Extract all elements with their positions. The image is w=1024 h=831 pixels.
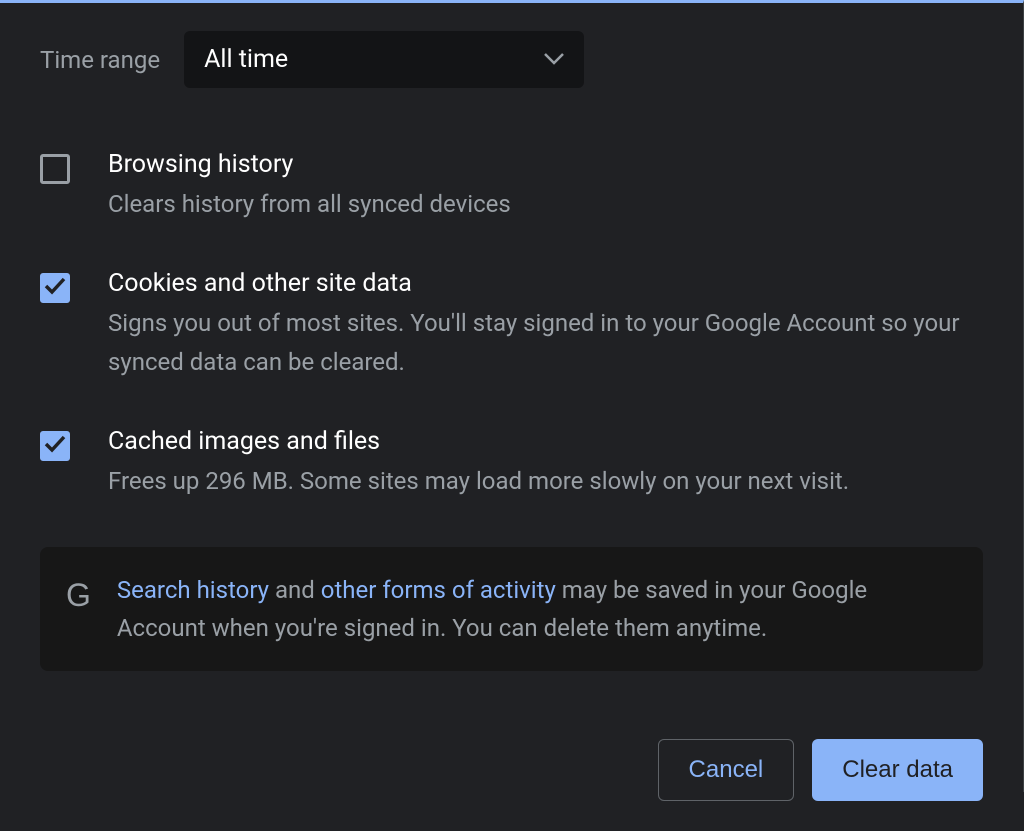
option-text: Cookies and other site data Signs you ou…: [108, 269, 983, 381]
check-icon: [44, 435, 66, 457]
option-cookies: Cookies and other site data Signs you ou…: [40, 269, 983, 381]
info-text: Search history and other forms of activi…: [117, 571, 957, 648]
time-range-value: All time: [204, 45, 288, 74]
checkbox-cached[interactable]: [40, 431, 70, 461]
option-title: Cookies and other site data: [108, 269, 983, 298]
option-text: Cached images and files Frees up 296 MB.…: [108, 427, 983, 500]
option-desc: Frees up 296 MB. Some sites may load mor…: [108, 462, 983, 500]
option-text: Browsing history Clears history from all…: [108, 150, 983, 223]
option-title: Cached images and files: [108, 427, 983, 456]
option-title: Browsing history: [108, 150, 983, 179]
option-desc: Signs you out of most sites. You'll stay…: [108, 304, 983, 381]
google-icon: G: [66, 577, 91, 614]
check-icon: [44, 277, 66, 299]
checkbox-browsing-history[interactable]: [40, 154, 70, 184]
time-range-row: Time range All time: [40, 31, 983, 88]
other-activity-link[interactable]: other forms of activity: [321, 576, 556, 604]
option-browsing-history: Browsing history Clears history from all…: [40, 150, 983, 223]
google-account-info: G Search history and other forms of acti…: [40, 547, 983, 672]
chevron-down-icon: [544, 50, 564, 69]
button-row: Cancel Clear data: [40, 739, 983, 801]
time-range-select[interactable]: All time: [184, 31, 584, 88]
option-desc: Clears history from all synced devices: [108, 185, 983, 223]
clear-browsing-data-dialog: Time range All time Browsing history Cle…: [0, 3, 1023, 831]
cancel-button[interactable]: Cancel: [658, 739, 795, 801]
info-mid1: and: [269, 576, 321, 604]
clear-data-button[interactable]: Clear data: [812, 739, 983, 801]
checkbox-cookies[interactable]: [40, 273, 70, 303]
option-cached: Cached images and files Frees up 296 MB.…: [40, 427, 983, 500]
time-range-label: Time range: [40, 46, 160, 74]
search-history-link[interactable]: Search history: [117, 576, 269, 604]
